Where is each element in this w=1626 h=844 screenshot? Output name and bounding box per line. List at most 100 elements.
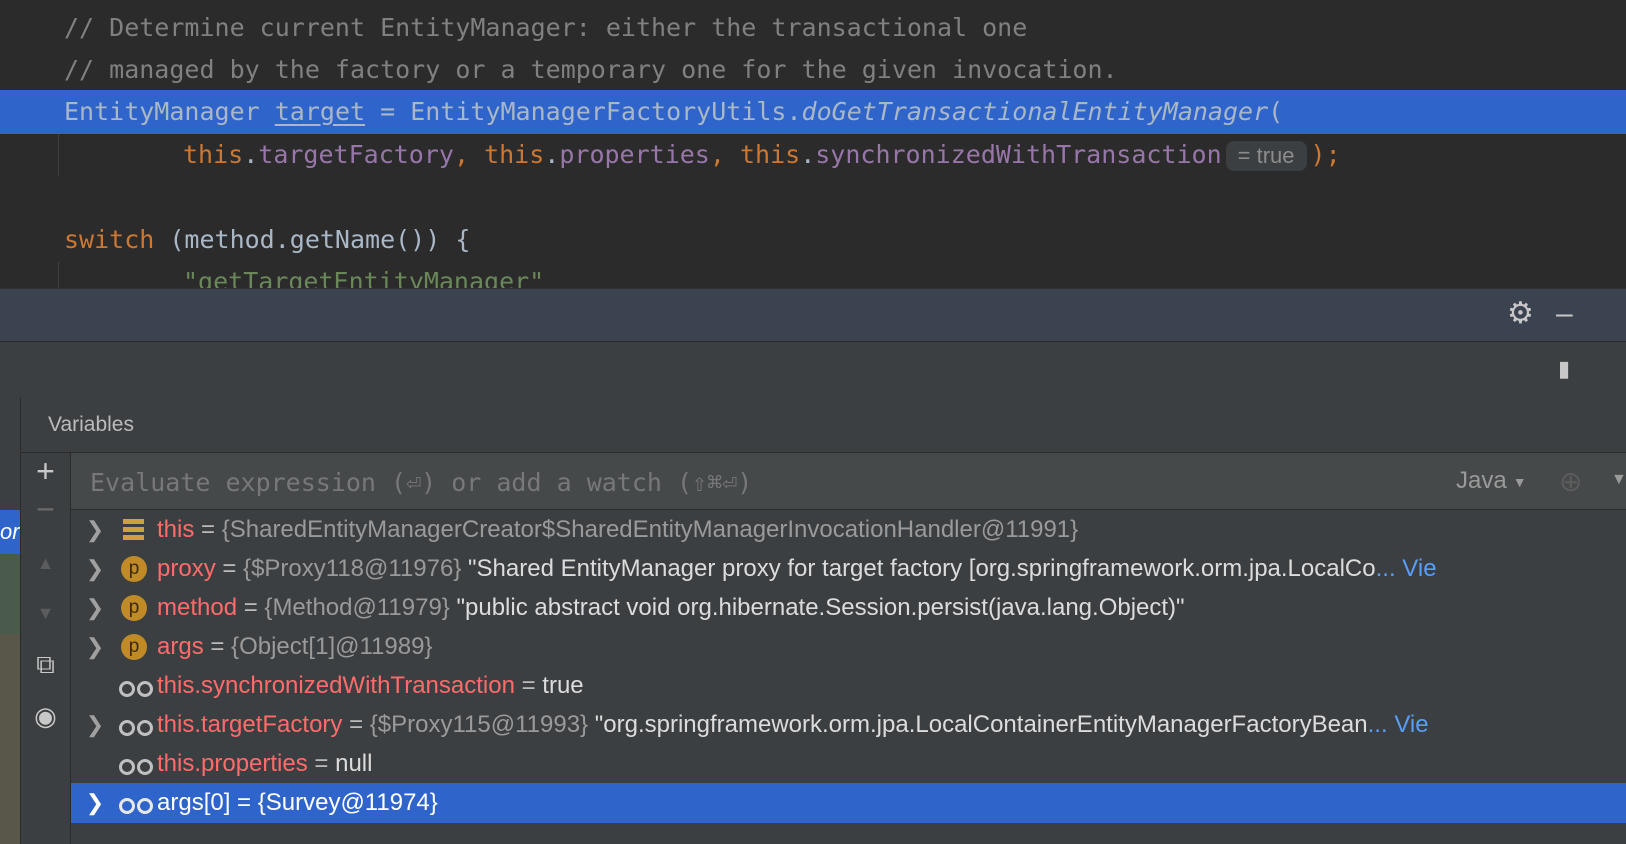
variable-name: this.synchronizedWithTransaction (157, 672, 515, 699)
variable-name: proxy (157, 555, 216, 582)
frame-item[interactable] (0, 634, 20, 844)
duplicate-icon[interactable]: ⧉ (21, 649, 70, 681)
add-watch-icon[interactable]: ⊕ (1559, 465, 1582, 498)
variable-name: args[0] (157, 789, 231, 816)
field-name: synchronizedWithTransaction (815, 140, 1222, 169)
debug-tool-header: ⚙ – (0, 288, 1626, 341)
watch-glasses-icon (119, 666, 153, 706)
evaluate-bar: Java ▼ ⊕ ▼ (71, 453, 1626, 511)
inline-value-hint: = true (1225, 141, 1307, 171)
equals: = (342, 711, 370, 738)
dot: . (800, 140, 816, 169)
expand-chevron-icon[interactable]: ❯ (85, 588, 105, 628)
code-line-2[interactable]: // managed by the factory or a temporary… (0, 48, 1626, 92)
code-line-4[interactable]: this.targetFactory, this.properties, thi… (0, 133, 1626, 177)
variable-value: "org.springframework.orm.jpa.LocalContai… (588, 711, 1368, 738)
frame-item[interactable] (0, 554, 20, 634)
keyword-switch: switch (64, 225, 155, 254)
variable-name: this.targetFactory (157, 711, 343, 738)
chevron-down-icon: ▼ (1512, 473, 1527, 490)
variables-header: Variables (21, 397, 1626, 453)
chevron-down-icon[interactable]: ▼ (1611, 471, 1626, 489)
field-name: properties (559, 140, 710, 169)
gear-icon[interactable]: ⚙ (1507, 299, 1534, 329)
tree-row[interactable]: ❯ this = {SharedEntityManagerCreator$Sha… (71, 510, 1626, 550)
dot: . (544, 140, 560, 169)
minimize-icon[interactable]: – (1556, 299, 1573, 329)
method-name: doGetTransactionalEntityManager (801, 97, 1269, 126)
equals: = (215, 555, 244, 582)
layout-icon[interactable]: ▮ (1558, 354, 1570, 384)
watch-glasses-icon (119, 705, 153, 745)
remove-icon[interactable]: − (21, 493, 70, 525)
move-down-icon[interactable]: ▼ (21, 603, 70, 624)
ellipsis: ... (1367, 711, 1388, 738)
expand-chevron-icon[interactable]: ❯ (85, 627, 105, 667)
comment-text: // Determine current EntityManager: eith… (64, 13, 1028, 42)
variable-value: "public abstract void org.hibernate.Sess… (449, 594, 1185, 621)
equals: = (514, 672, 543, 699)
variable-type: {SharedEntityManagerCreator$SharedEntity… (221, 516, 1079, 543)
variable-type: {Method@11979} (264, 594, 450, 621)
add-icon[interactable]: + (21, 453, 70, 487)
watch-glasses-icon (119, 783, 153, 823)
language-selector[interactable]: Java ▼ (1456, 453, 1527, 510)
keyword-this: this (484, 140, 545, 169)
variable-type: {Object[1]@11989} (231, 633, 433, 660)
variables-tree[interactable]: ❯ this = {SharedEntityManagerCreator$Sha… (71, 510, 1626, 844)
selected-frame[interactable]: or (0, 510, 20, 554)
equals: = (237, 594, 265, 621)
eye-icon[interactable]: ◉ (21, 701, 70, 732)
separator: , (709, 140, 740, 169)
equals: = (230, 789, 258, 816)
tree-row[interactable]: this.properties = null (71, 744, 1626, 784)
field-name: targetFactory (258, 140, 454, 169)
string-literal: "getTargetEntityManager" (183, 267, 545, 288)
class-name: EntityManagerFactoryUtils. (410, 97, 802, 126)
view-link[interactable]: Vie (1394, 711, 1428, 738)
variable-name: this (157, 516, 195, 543)
expand-chevron-icon[interactable]: ❯ (85, 705, 105, 745)
variable-value: "Shared EntityManager proxy for target f… (461, 555, 1376, 582)
expand-chevron-icon[interactable]: ❯ (85, 510, 105, 550)
tree-row[interactable]: ❯ p args = {Object[1]@11989} (71, 627, 1626, 667)
variable-name: args (157, 633, 204, 660)
tree-row-selected[interactable]: ❯ args[0] = {Survey@11974} (71, 783, 1626, 823)
variables-side-toolbar: + − ▲ ▼ ⧉ ◉ (21, 453, 71, 844)
variables-title: Variables (48, 413, 134, 436)
code-line-6[interactable]: switch (method.getName()) { (0, 218, 1626, 262)
expand-chevron-icon[interactable]: ❯ (85, 783, 105, 823)
variable-value: null (335, 750, 373, 777)
statement-end: ); (1310, 140, 1341, 169)
tree-row[interactable]: this.synchronizedWithTransaction = true (71, 666, 1626, 706)
variable-type: {$Proxy118@11976} (243, 555, 462, 582)
frames-panel[interactable]: or (0, 397, 21, 844)
object-icon (121, 510, 147, 550)
tree-row[interactable]: ❯ this.targetFactory = {$Proxy115@11993}… (71, 705, 1626, 745)
variable-name: method (157, 594, 238, 621)
parameter-icon: p (121, 588, 147, 628)
keyword-this: this (739, 140, 801, 169)
tree-row[interactable]: ❯ p proxy = {$Proxy118@11976} "Shared En… (71, 549, 1626, 589)
language-label: Java (1456, 467, 1507, 494)
variable-name: this.properties (157, 750, 308, 777)
tree-row[interactable]: ❯ p method = {Method@11979} "public abst… (71, 588, 1626, 628)
code-editor[interactable]: // Determine current EntityManager: eith… (0, 0, 1626, 288)
equals: = (203, 633, 232, 660)
code-line-1[interactable]: // Determine current EntityManager: eith… (0, 6, 1626, 50)
parameter-icon: p (121, 627, 147, 667)
dot: . (243, 140, 259, 169)
view-link[interactable]: Vie (1402, 555, 1436, 582)
code-line-current[interactable]: EntityManager target = EntityManagerFact… (0, 90, 1626, 134)
code-line-7[interactable]: "getTargetEntityManager" (0, 260, 1626, 288)
evaluate-expression-input[interactable] (88, 453, 1372, 511)
comment-text: // managed by the factory or a temporary… (64, 55, 1118, 84)
expand-chevron-icon[interactable]: ❯ (85, 549, 105, 589)
parameter-icon: p (121, 549, 147, 589)
move-up-icon[interactable]: ▲ (21, 553, 70, 574)
keyword-this: this (183, 140, 244, 169)
equals: = (307, 750, 336, 777)
separator: , (453, 140, 485, 169)
variable-type: {$Proxy115@11993} (369, 711, 589, 738)
type-name: EntityManager (64, 97, 260, 126)
